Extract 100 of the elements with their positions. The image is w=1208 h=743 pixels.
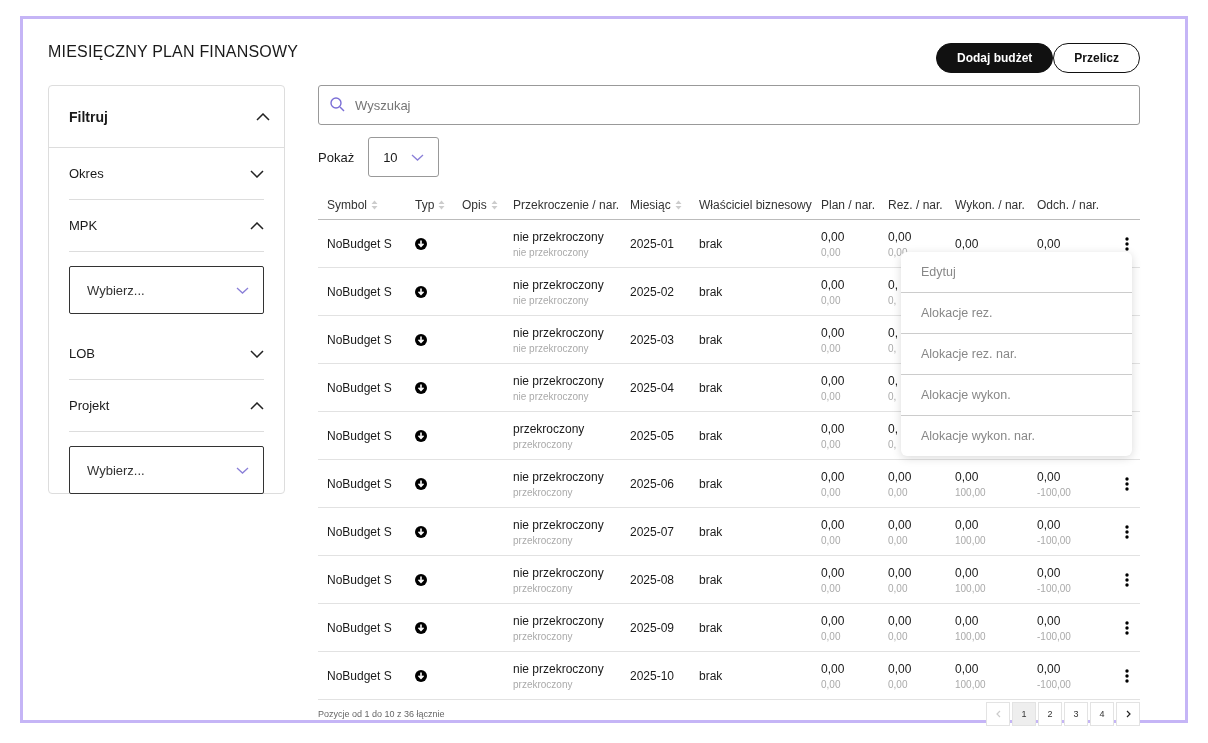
table-cell: nie przekroczony: [513, 613, 604, 628]
menu-item[interactable]: Alokacje wykon.: [901, 375, 1132, 416]
column-header: Odch. / nar.: [1037, 197, 1100, 212]
add-button[interactable]: Dodaj budżet: [935, 43, 1054, 73]
table-cell: 0,00: [955, 613, 979, 628]
table-cell: 100,00: [955, 534, 986, 546]
table-cell: -100,00: [1037, 630, 1071, 642]
table-cell: NoBudget S: [327, 284, 392, 299]
menu-item[interactable]: Alokacje rez.: [901, 293, 1132, 334]
chevron-icon[interactable]: [250, 221, 264, 230]
table-cell: 2025-09: [630, 620, 675, 635]
chevron-icon[interactable]: [250, 349, 264, 358]
page-button[interactable]: 2: [1038, 702, 1062, 726]
more-icon[interactable]: [1124, 476, 1129, 491]
page-size-select[interactable]: 10: [368, 137, 440, 177]
table-cell: 0,00: [955, 517, 979, 532]
table-cell: 0,00: [821, 390, 841, 402]
table-cell: 2025-04: [630, 380, 675, 395]
menu-item[interactable]: Alokacje rez. nar.: [901, 334, 1132, 375]
table-cell: 0,00: [821, 294, 841, 306]
table-cell: 0,00: [1037, 661, 1061, 676]
page-button[interactable]: 4: [1090, 702, 1114, 726]
table-cell: nie przekroczony: [513, 342, 589, 354]
table-cell: 0,: [888, 342, 897, 354]
table-cell: przekroczony: [513, 438, 573, 450]
table-cell: 0,00: [888, 517, 912, 532]
select-field[interactable]: Wybierz...: [69, 266, 264, 314]
column-header: Przekroczenie / nar.: [513, 197, 620, 212]
table-cell: -100,00: [1037, 486, 1071, 498]
search-field[interactable]: Wyszukaj: [318, 85, 1140, 125]
filter-section-label[interactable]: Okres: [69, 166, 104, 181]
download-icon: [415, 381, 427, 394]
table-cell: brak: [699, 332, 723, 347]
table-cell: 0,00: [821, 565, 845, 580]
filter-section-label[interactable]: Projekt: [69, 398, 110, 413]
column-header: Typ: [415, 197, 435, 212]
table-cell: brak: [699, 284, 723, 299]
table-cell: 100,00: [955, 630, 986, 642]
table-cell: 0,00: [955, 236, 979, 251]
show-label: Pokaż: [318, 149, 355, 165]
table-cell: 0,: [888, 373, 898, 388]
chevron-right-icon: [1125, 710, 1131, 718]
download-icon: [415, 573, 427, 586]
table-cell: NoBudget S: [327, 668, 392, 683]
chevron-icon[interactable]: [256, 112, 270, 121]
table-cell: 0,00: [888, 229, 912, 244]
table-cell: 0,00: [821, 342, 841, 354]
menu-item[interactable]: Alokacje wykon. nar.: [901, 416, 1132, 456]
table-cell: 0,: [888, 325, 898, 340]
filter-section-label[interactable]: LOB: [69, 346, 95, 361]
table-cell: brak: [699, 476, 723, 491]
table-cell: przekroczony: [513, 421, 585, 436]
column-header: Rez. / nar.: [888, 197, 943, 212]
table-cell: nie przekroczony: [513, 229, 604, 244]
page-button[interactable]: 3: [1064, 702, 1088, 726]
more-icon[interactable]: [1124, 572, 1129, 587]
table-cell: 100,00: [955, 486, 986, 498]
recalculate-button[interactable]: Przelicz: [1053, 43, 1140, 73]
more-icon[interactable]: [1124, 668, 1129, 683]
table-cell: przekroczony: [513, 582, 573, 594]
page-button[interactable]: 1: [1012, 702, 1036, 726]
more-icon[interactable]: [1124, 236, 1129, 251]
chevron-icon: [236, 286, 249, 294]
table-cell: -100,00: [1037, 582, 1071, 594]
table-cell: 2025-06: [630, 476, 675, 491]
table-cell: 0,00: [955, 565, 979, 580]
table-cell: 0,00: [1037, 613, 1061, 628]
download-icon: [415, 237, 427, 250]
more-icon[interactable]: [1124, 620, 1129, 635]
table-cell: 0,00: [821, 277, 845, 292]
menu-item[interactable]: Edytuj: [901, 252, 1132, 293]
table-cell: przekroczony: [513, 486, 573, 498]
download-icon: [415, 333, 427, 346]
table-cell: 0,00: [888, 678, 908, 690]
table-cell: 0,00: [955, 469, 979, 484]
more-icon[interactable]: [1124, 524, 1129, 539]
chevron-left-icon: [995, 710, 1001, 718]
table-cell: NoBudget S: [327, 236, 392, 251]
chevron-icon[interactable]: [250, 401, 264, 410]
table-cell: 2025-03: [630, 332, 675, 347]
table-cell: przekroczony: [513, 534, 573, 546]
table-cell: NoBudget S: [327, 620, 392, 635]
table-cell: 0,00: [888, 534, 908, 546]
table-cell: brak: [699, 524, 723, 539]
table-cell: 0,00: [821, 229, 845, 244]
select-field[interactable]: Wybierz...: [69, 446, 264, 494]
summary-text: Pozycje od 1 do 10 z 36 łącznie: [318, 709, 445, 719]
download-icon: [415, 669, 427, 682]
filter-section-label[interactable]: MPK: [69, 218, 98, 233]
table-cell: 0,00: [821, 534, 841, 546]
table-cell: nie przekroczony: [513, 517, 604, 532]
column-header: Właściciel biznesowy: [699, 197, 812, 212]
table-cell: 0,00: [1037, 236, 1061, 251]
chevron-icon[interactable]: [250, 169, 264, 178]
table-cell: -100,00: [1037, 534, 1071, 546]
table-cell: 0,00: [821, 661, 845, 676]
column-header: Plan / nar.: [821, 197, 876, 212]
table-cell: 2025-01: [630, 236, 675, 251]
table-cell: 0,00: [821, 421, 845, 436]
download-icon: [415, 477, 427, 490]
